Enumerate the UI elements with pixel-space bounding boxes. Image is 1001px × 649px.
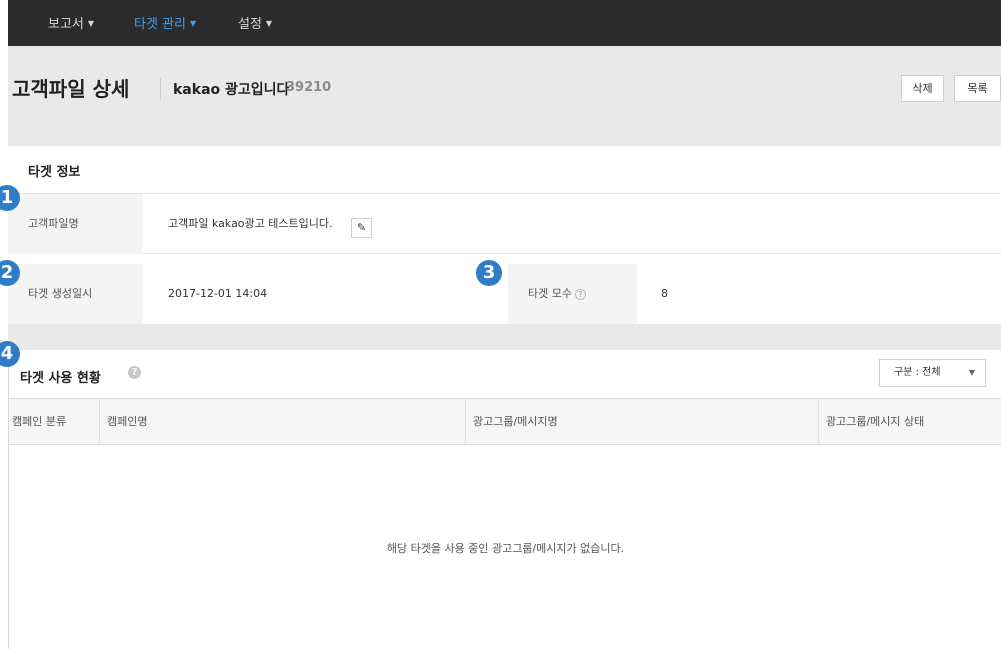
page-title: 고객파일 상세 (12, 77, 130, 101)
file-name-label: 고객파일명 (8, 194, 143, 254)
page-header: 고객파일 상세 kakao 광고입니다 39210 삭제 목록 (8, 46, 1001, 146)
chevron-down-icon: ▼ (968, 368, 975, 377)
population-label-cell: 타겟 모수? (508, 264, 637, 324)
target-info-panel: 타겟 정보 고객파일명 고객파일 kakao광고 테스트입니다. ✎ 타겟 생성… (8, 146, 1001, 324)
edit-file-name-button[interactable]: ✎ (351, 218, 372, 238)
nav-item-label: 타겟 관리 (134, 17, 186, 32)
target-info-header: 타겟 정보 (8, 146, 1001, 194)
help-icon[interactable]: ? (128, 366, 141, 379)
help-icon[interactable]: ? (574, 289, 586, 300)
created-row: 타겟 생성일시 2017-12-01 14:04 타겟 모수? 8 (8, 264, 1001, 324)
file-name-row: 고객파일명 고객파일 kakao광고 테스트입니다. ✎ (8, 194, 1001, 254)
target-info-title: 타겟 정보 (28, 165, 81, 180)
target-id: 39210 (286, 80, 332, 95)
col-campaign-name: 캠페인명 (107, 415, 148, 428)
top-nav: 보고서 ▼ 타겟 관리 ▼ 설정 ▼ (8, 0, 1001, 46)
caret-down-icon: ▼ (189, 19, 197, 28)
row-separator (8, 254, 1001, 264)
col-campaign-category: 캠페인 분류 (12, 415, 67, 428)
nav-item-label: 설정 (238, 17, 262, 32)
col-adgroup-name: 광고그룹/메시지명 (473, 415, 558, 428)
delete-button[interactable]: 삭제 (901, 75, 944, 102)
caret-down-icon: ▼ (265, 19, 273, 28)
caret-down-icon: ▼ (87, 19, 95, 28)
population-value: 8 (661, 287, 668, 300)
target-usage-title: 타겟 사용 현황 (20, 371, 101, 386)
column-divider (99, 399, 100, 444)
target-usage-panel: 타겟 사용 현황 ? 구분 : 전체 ▼ 캠페인 분류 캠페인명 광고그룹/메시… (8, 350, 1001, 649)
pencil-icon: ✎ (356, 221, 367, 234)
annotation-badge-3: 3 (476, 260, 502, 286)
list-button[interactable]: 목록 (954, 75, 1001, 102)
section-gap (8, 324, 1001, 350)
created-value: 2017-12-01 14:04 (168, 287, 268, 300)
category-filter-select[interactable]: 구분 : 전체 ▼ (879, 359, 986, 387)
usage-table-header: 캠페인 분류 캠페인명 광고그룹/메시지명 광고그룹/메시지 상태 (9, 398, 1001, 445)
nav-item-label: 보고서 (48, 17, 84, 32)
title-divider (160, 78, 161, 100)
column-divider (465, 399, 466, 444)
population-label: 타겟 모수 (528, 287, 572, 300)
file-name-value: 고객파일 kakao광고 테스트입니다. (168, 217, 333, 230)
nav-item-reports[interactable]: 보고서 ▼ (48, 13, 94, 32)
filter-selected-value: 구분 : 전체 (894, 367, 941, 378)
col-adgroup-status: 광고그룹/메시지 상태 (826, 415, 925, 428)
created-label: 타겟 생성일시 (8, 264, 143, 324)
empty-state-message: 해당 타겟을 사용 중인 광고그룹/메시지가 없습니다. (386, 542, 625, 555)
column-divider (818, 399, 819, 444)
page-subtitle: kakao 광고입니다 (173, 82, 290, 98)
nav-item-target-management[interactable]: 타겟 관리 ▼ (134, 13, 196, 32)
nav-item-settings[interactable]: 설정 ▼ (238, 13, 272, 32)
